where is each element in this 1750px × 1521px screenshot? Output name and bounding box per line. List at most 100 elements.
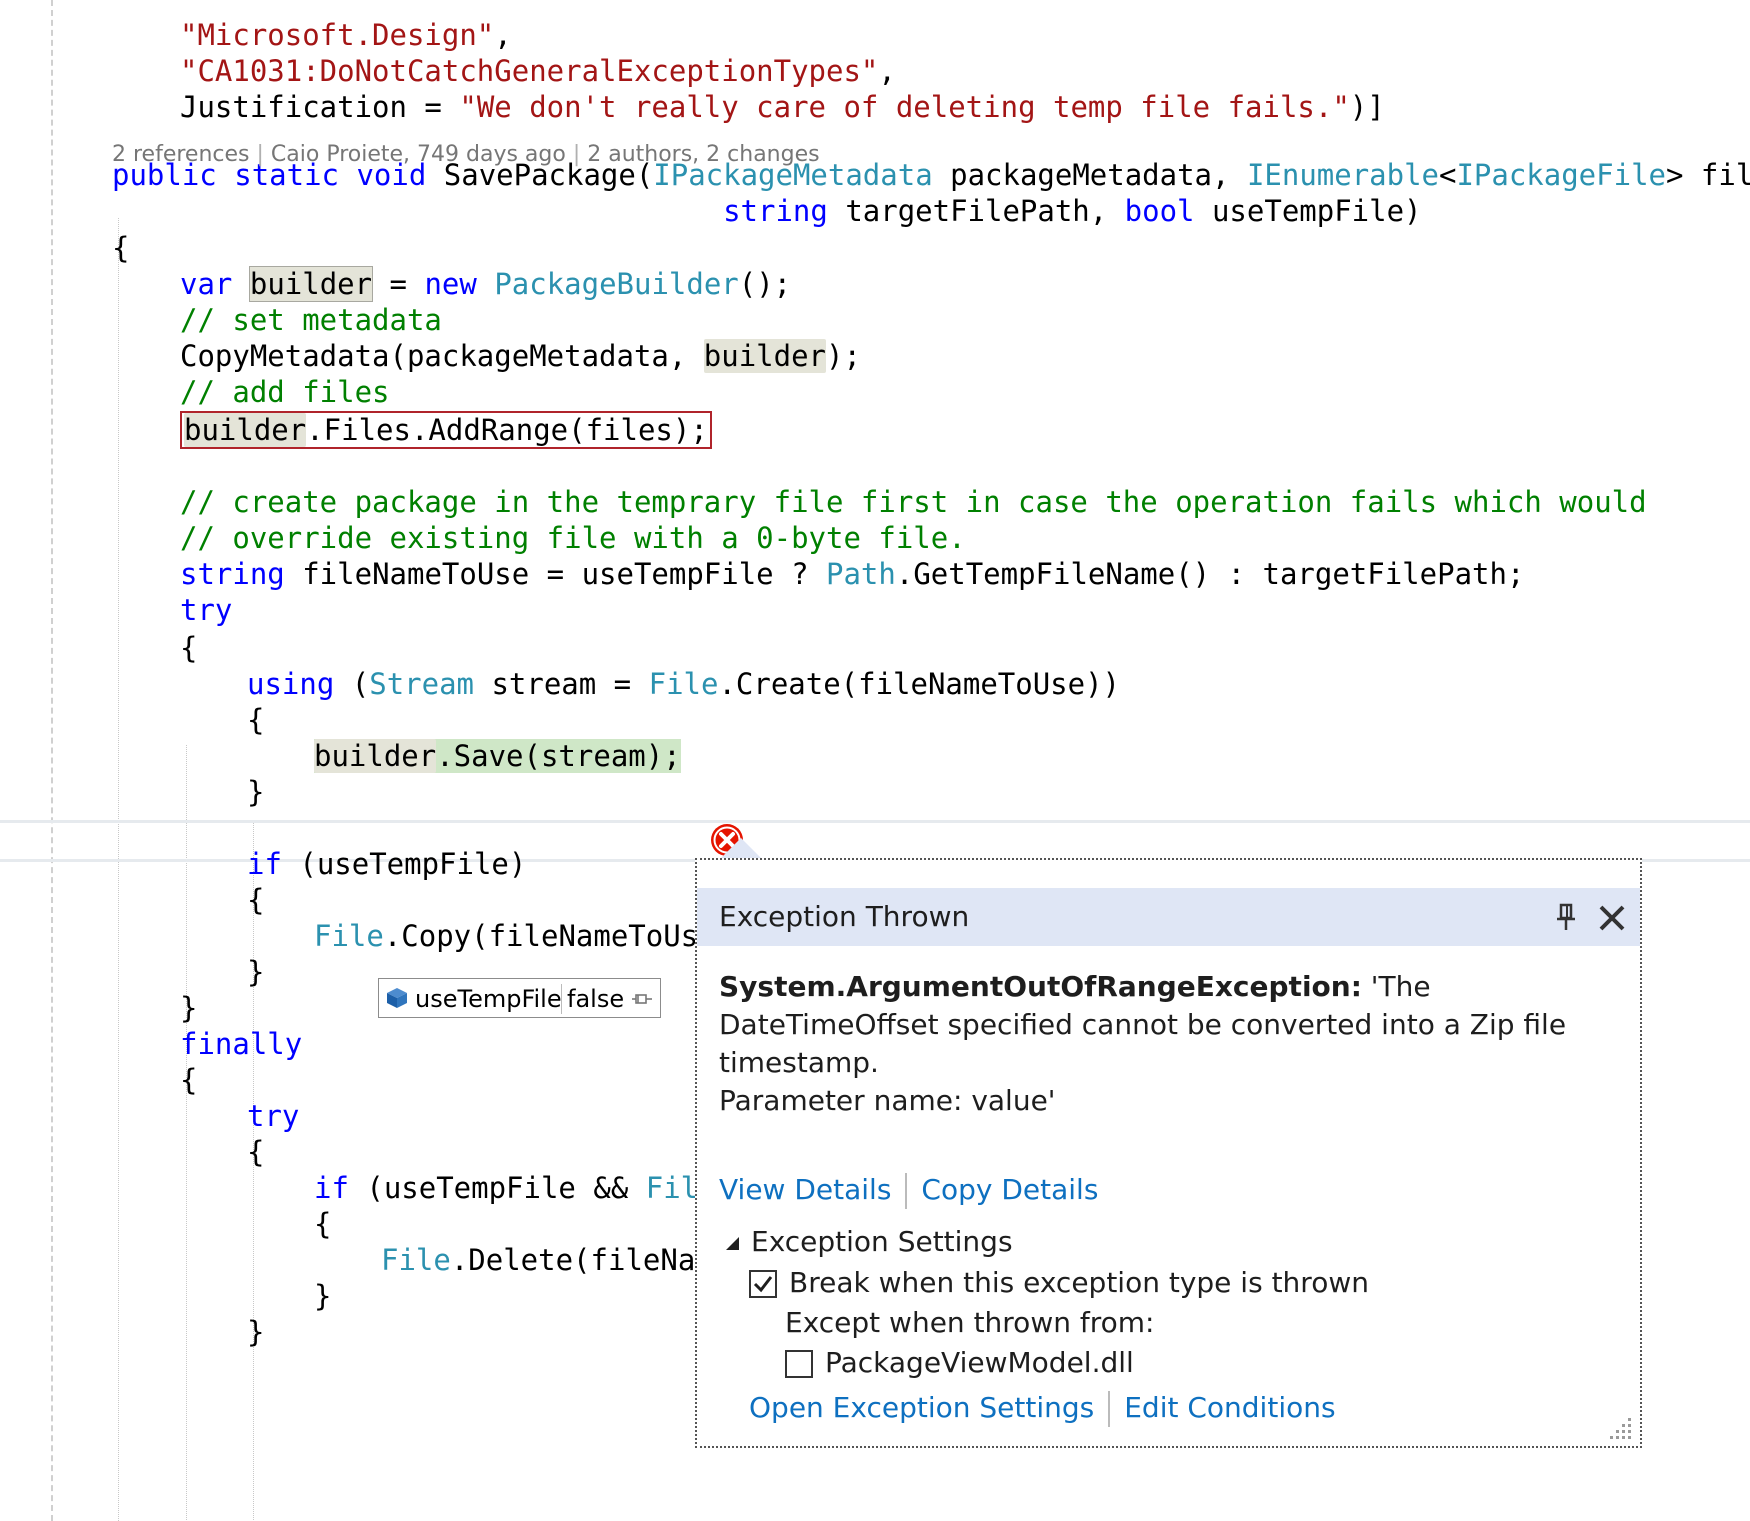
code-token: string: [723, 194, 828, 228]
code-token: // override existing file with a 0-byte …: [180, 521, 966, 555]
code-text: try: [180, 593, 232, 627]
exception-settings-label: Exception Settings: [751, 1225, 1013, 1258]
outline-margin: [51, 0, 53, 1521]
code-token: <: [1439, 158, 1457, 192]
code-line[interactable]: }: [247, 772, 264, 812]
code-line[interactable]: {: [112, 228, 129, 268]
code-token: bool: [1124, 194, 1195, 228]
code-line[interactable]: // override existing file with a 0-byte …: [180, 518, 966, 558]
codelens-author[interactable]: Caio Proiete, 749 days ago: [271, 142, 566, 167]
module-exclusion-label: PackageViewModel.dll: [825, 1346, 1134, 1379]
break-when-thrown-checkbox[interactable]: [749, 1270, 777, 1298]
exception-param: Parameter name: value': [719, 1084, 1056, 1117]
copy-details-link[interactable]: Copy Details: [921, 1173, 1098, 1206]
code-line[interactable]: using (Stream stream = File.Create(fileN…: [247, 664, 1120, 704]
code-token: IPackageFile: [1456, 158, 1666, 192]
code-line[interactable]: "Microsoft.Design",: [180, 15, 512, 55]
code-line[interactable]: if (useTempFile): [247, 844, 526, 884]
popup-pointer: [721, 838, 761, 858]
codelens-references[interactable]: 2 references: [112, 142, 250, 167]
code-text: {: [247, 703, 264, 737]
code-line[interactable]: builder.Save(stream);: [314, 736, 681, 776]
code-line[interactable]: {: [314, 1204, 331, 1244]
code-line[interactable]: CopyMetadata(packageMetadata, builder);: [180, 336, 861, 376]
code-text: }: [247, 955, 264, 989]
pin-icon[interactable]: [1553, 902, 1579, 932]
code-line[interactable]: }: [180, 988, 197, 1028]
code-line[interactable]: builder.Files.AddRange(files);: [180, 410, 712, 450]
break-when-thrown-row[interactable]: Break when this exception type is thrown: [749, 1263, 1369, 1303]
code-token: if: [314, 1171, 349, 1205]
code-line[interactable]: }: [247, 1312, 264, 1352]
code-line[interactable]: {: [247, 880, 264, 920]
exception-message: System.ArgumentOutOfRangeException: 'The…: [719, 968, 1619, 1120]
code-line[interactable]: "CA1031:DoNotCatchGeneralExceptionTypes"…: [180, 51, 896, 91]
code-text: File.Copy(fileNameToUse: [314, 919, 716, 953]
code-line[interactable]: {: [180, 628, 197, 668]
code-text: {: [247, 883, 264, 917]
code-line[interactable]: File.Copy(fileNameToUse: [314, 916, 716, 956]
code-line[interactable]: string targetFilePath, bool useTempFile): [112, 191, 1421, 231]
resize-grip-icon[interactable]: [1608, 1414, 1634, 1440]
code-text: // override existing file with a 0-byte …: [180, 521, 966, 555]
datatip-value[interactable]: false: [567, 979, 624, 1019]
code-token: builder: [703, 339, 827, 373]
code-line[interactable]: var builder = new PackageBuilder();: [180, 264, 791, 304]
code-token: {: [247, 703, 265, 737]
datatip[interactable]: useTempFile false: [378, 978, 661, 1018]
details-links: View Details Copy Details: [719, 1170, 1098, 1210]
code-token: builder: [248, 266, 374, 302]
collapse-triangle-icon[interactable]: [723, 1234, 741, 1252]
code-token: }: [247, 955, 265, 989]
code-text: // set metadata: [180, 303, 442, 337]
exception-popup: Exception Thrown System.ArgumentOutOfRan…: [695, 858, 1642, 1448]
module-exclusion-checkbox[interactable]: [785, 1350, 813, 1378]
code-line[interactable]: finally: [180, 1024, 302, 1064]
variable-cube-icon: [387, 988, 407, 1008]
edit-conditions-link[interactable]: Edit Conditions: [1124, 1391, 1335, 1424]
code-token: builder: [184, 413, 307, 447]
check-icon: [753, 1276, 773, 1293]
code-token: {: [180, 1063, 198, 1097]
code-line[interactable]: string fileNameToUse = useTempFile ? Pat…: [180, 554, 1524, 594]
datatip-separator: [561, 984, 562, 1014]
code-token: "CA1031:DoNotCatchGeneralExceptionTypes": [180, 54, 879, 88]
code-token: // add files: [180, 375, 390, 409]
code-line[interactable]: // add files: [180, 372, 390, 412]
code-line[interactable]: }: [314, 1276, 331, 1316]
code-line[interactable]: if (useTempFile && File: [314, 1168, 716, 1208]
module-exclusion-row[interactable]: PackageViewModel.dll: [785, 1343, 1134, 1383]
pin-icon[interactable]: [631, 990, 653, 1008]
code-text: }: [247, 775, 264, 809]
code-text: {: [180, 631, 197, 665]
code-text: }: [180, 991, 197, 1025]
code-text: if (useTempFile): [247, 847, 526, 881]
code-token: PackageBuilder: [494, 267, 739, 301]
code-text: finally: [180, 1027, 302, 1061]
code-line[interactable]: try: [247, 1096, 299, 1136]
open-exception-settings-link[interactable]: Open Exception Settings: [749, 1391, 1094, 1424]
close-icon[interactable]: [1596, 902, 1628, 934]
view-details-link[interactable]: View Details: [719, 1173, 891, 1206]
code-line[interactable]: // create package in the temprary file f…: [180, 482, 1647, 522]
code-line[interactable]: try: [180, 590, 232, 630]
code-token: > files,: [1665, 158, 1750, 192]
code-line[interactable]: // set metadata: [180, 300, 442, 340]
code-token: (useTempFile): [281, 847, 527, 881]
code-line[interactable]: {: [180, 1060, 197, 1100]
code-text: Justification = "We don't really care of…: [180, 90, 1385, 124]
code-line[interactable]: {: [247, 1132, 264, 1172]
code-token: {: [314, 1207, 332, 1241]
codelens[interactable]: 2 references | Caio Proiete, 749 days ag…: [112, 138, 820, 172]
code-token: .Create(fileNameToUse)): [718, 667, 1121, 701]
code-line[interactable]: File.Delete(fileNam: [381, 1240, 713, 1280]
code-line[interactable]: Justification = "We don't really care of…: [180, 87, 1385, 127]
current-statement: builder.Save(stream);: [314, 739, 681, 773]
code-line[interactable]: {: [247, 700, 264, 740]
code-line[interactable]: }: [247, 952, 264, 992]
code-token: ,: [878, 54, 896, 88]
code-token: // set metadata: [180, 303, 442, 337]
code-token: stream =: [474, 667, 649, 701]
codelens-changes[interactable]: 2 authors, 2 changes: [587, 142, 819, 167]
exception-settings-header[interactable]: Exception Settings: [723, 1222, 1013, 1262]
